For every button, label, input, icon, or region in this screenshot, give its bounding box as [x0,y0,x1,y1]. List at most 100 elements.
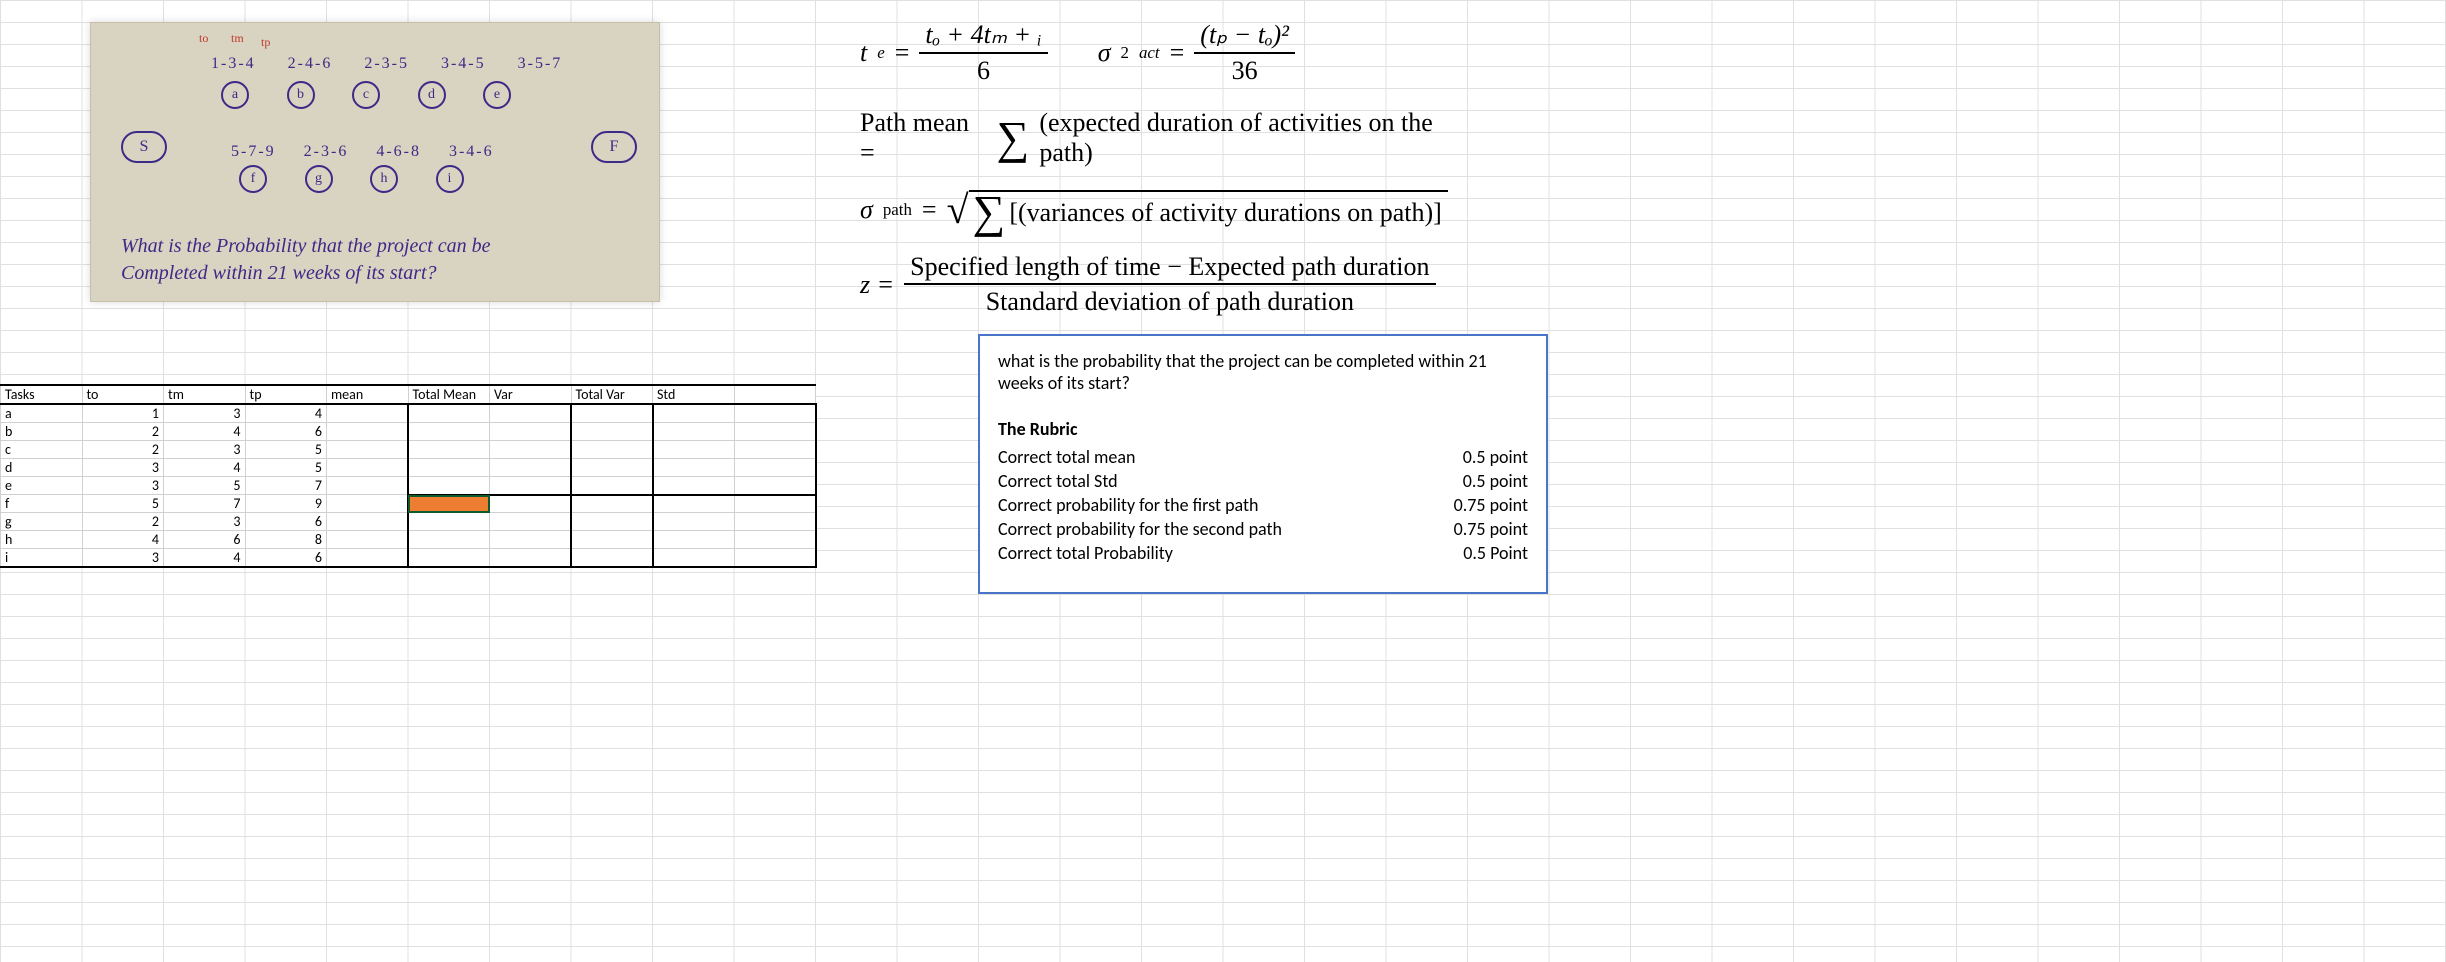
cell-box[interactable] [490,513,572,531]
cell-box[interactable] [408,513,490,531]
cell-tm[interactable]: 7 [164,495,246,513]
cell-box[interactable] [734,423,816,441]
cell-box[interactable] [490,441,572,459]
cell-box[interactable] [734,531,816,549]
cell-to[interactable]: 5 [82,495,164,513]
cell-box[interactable] [734,441,816,459]
cell-tp[interactable]: 5 [245,459,327,477]
cell-box[interactable] [490,531,572,549]
cell-tp[interactable]: 8 [245,531,327,549]
cell-box[interactable] [734,513,816,531]
cell-tm[interactable]: 3 [164,513,246,531]
cell-to[interactable]: 3 [82,459,164,477]
cell-task[interactable]: g [1,513,83,531]
cell-box[interactable] [490,477,572,495]
cell-box[interactable] [734,477,816,495]
cell-mean[interactable] [327,513,409,531]
cell-mean[interactable] [327,531,409,549]
cell-box[interactable] [490,459,572,477]
cell-to[interactable]: 2 [82,441,164,459]
cell-mean[interactable] [327,459,409,477]
cell-task[interactable]: d [1,459,83,477]
col-var[interactable]: Var [490,385,572,404]
cell-tp[interactable]: 6 [245,423,327,441]
cell-box[interactable] [490,404,572,423]
cell-box[interactable] [571,441,653,459]
cell-box[interactable] [653,423,735,441]
cell-tp[interactable]: 6 [245,513,327,531]
cell-to[interactable]: 3 [82,549,164,568]
cell-box[interactable] [408,459,490,477]
cell-box[interactable] [653,441,735,459]
cell-box[interactable] [571,477,653,495]
cell-box[interactable] [653,531,735,549]
cell-tp[interactable]: 5 [245,441,327,459]
tasks-table[interactable]: Tasks to tm tp mean Total Mean Var Total… [0,384,817,568]
cell-box[interactable] [408,477,490,495]
col-tasks[interactable]: Tasks [1,385,83,404]
cell-box[interactable] [408,549,490,568]
col-to[interactable]: to [82,385,164,404]
cell-task[interactable]: b [1,423,83,441]
cell-box[interactable] [734,495,816,513]
cell-box[interactable] [571,513,653,531]
cell-tm[interactable]: 4 [164,549,246,568]
cell-box[interactable] [653,404,735,423]
cell-box[interactable] [653,495,735,513]
cell-to[interactable]: 1 [82,404,164,423]
cell-task[interactable]: f [1,495,83,513]
cell-box[interactable] [734,549,816,568]
cell-box[interactable] [734,404,816,423]
cell-box[interactable] [408,423,490,441]
cell-mean[interactable] [327,549,409,568]
cell-task[interactable]: h [1,531,83,549]
cell-box[interactable] [571,459,653,477]
cell-box[interactable] [571,549,653,568]
cell-tm[interactable]: 6 [164,531,246,549]
cell-box[interactable] [571,495,653,513]
cell-to[interactable]: 2 [82,423,164,441]
cell-tp[interactable]: 4 [245,404,327,423]
col-tp[interactable]: tp [245,385,327,404]
cell-tm[interactable]: 4 [164,423,246,441]
cell-to[interactable]: 2 [82,513,164,531]
cell-tp[interactable]: 6 [245,549,327,568]
cell-tm[interactable]: 3 [164,404,246,423]
cell-tp[interactable]: 7 [245,477,327,495]
cell-box[interactable] [734,459,816,477]
cell-box[interactable] [408,531,490,549]
col-total-mean[interactable]: Total Mean [408,385,490,404]
cell-box[interactable] [653,459,735,477]
cell-box[interactable] [490,423,572,441]
cell-task[interactable]: e [1,477,83,495]
cell-task[interactable]: c [1,441,83,459]
cell-tm[interactable]: 4 [164,459,246,477]
cell-task[interactable]: a [1,404,83,423]
cell-box[interactable] [408,404,490,423]
cell-mean[interactable] [327,495,409,513]
col-tm[interactable]: tm [164,385,246,404]
cell-box[interactable] [408,441,490,459]
cell-mean[interactable] [327,404,409,423]
cell-tp[interactable]: 9 [245,495,327,513]
col-blank[interactable] [734,385,816,404]
col-total-var[interactable]: Total Var [571,385,653,404]
cell-box[interactable] [408,495,490,513]
cell-box[interactable] [490,549,572,568]
cell-mean[interactable] [327,441,409,459]
cell-box[interactable] [571,531,653,549]
col-std[interactable]: Std [653,385,735,404]
cell-box[interactable] [653,513,735,531]
cell-tm[interactable]: 3 [164,441,246,459]
cell-to[interactable]: 3 [82,477,164,495]
cell-box[interactable] [490,495,572,513]
cell-box[interactable] [653,549,735,568]
cell-task[interactable]: i [1,549,83,568]
cell-box[interactable] [653,477,735,495]
cell-to[interactable]: 4 [82,531,164,549]
cell-box[interactable] [571,404,653,423]
col-mean[interactable]: mean [327,385,409,404]
cell-mean[interactable] [327,477,409,495]
cell-tm[interactable]: 5 [164,477,246,495]
cell-mean[interactable] [327,423,409,441]
